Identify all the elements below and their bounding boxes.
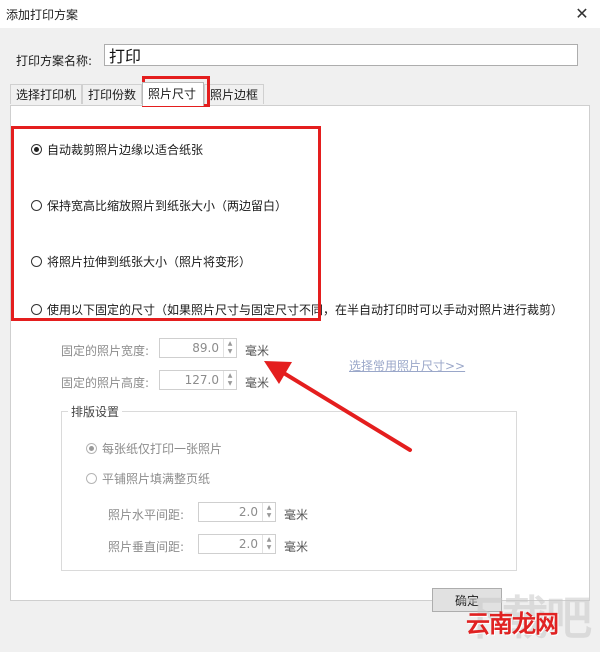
dialog-body: 打印方案名称: 选择打印机 打印份数 照片尺寸 照片边框 自动裁剪照片边缘以适合… xyxy=(0,28,600,652)
stepper-arrows-icon[interactable]: ▲ ▼ xyxy=(262,535,275,553)
radio-button[interactable] xyxy=(31,200,42,211)
tab-photo-border[interactable]: 照片边框 xyxy=(204,84,264,104)
stepper-arrows-icon[interactable]: ▲ ▼ xyxy=(223,339,236,357)
radio-one-per-page[interactable]: 每张纸仅打印一张照片 xyxy=(86,440,222,457)
tab-print-copies[interactable]: 打印份数 xyxy=(82,84,142,104)
radio-label: 自动裁剪照片边缘以适合纸张 xyxy=(47,143,204,157)
scheme-name-label: 打印方案名称: xyxy=(16,54,93,68)
radio-tile-page[interactable]: 平铺照片填满整页纸 xyxy=(86,470,210,487)
watermark-text: 云南龙网 xyxy=(466,610,559,638)
h-spacing-unit: 毫米 xyxy=(284,508,309,522)
fixed-width-label: 固定的照片宽度: xyxy=(61,344,150,358)
photo-size-panel: 自动裁剪照片边缘以适合纸张 保持宽高比缩放照片到纸张大小（两边留白） 将照片拉伸… xyxy=(10,105,590,601)
radio-button[interactable] xyxy=(86,443,97,454)
radio-fixed-size[interactable]: 使用以下固定的尺寸（如果照片尺寸与固定尺寸不同，在半自动打印时可以手动对照片进行… xyxy=(31,301,563,318)
radio-button[interactable] xyxy=(31,144,42,155)
radio-label: 平铺照片填满整页纸 xyxy=(102,472,211,486)
scheme-name-input[interactable] xyxy=(104,44,578,66)
h-spacing-label: 照片水平间距: xyxy=(108,508,185,522)
v-spacing-label: 照片垂直间距: xyxy=(108,540,185,554)
v-spacing-unit: 毫米 xyxy=(284,540,309,554)
fixed-height-value: 127.0 xyxy=(184,373,219,387)
layout-settings-group: 排版设置 每张纸仅打印一张照片 平铺照片填满整页纸 照片水平间距: 2.0 ▲ ▼… xyxy=(61,403,517,571)
radio-auto-crop[interactable]: 自动裁剪照片边缘以适合纸张 xyxy=(31,141,203,158)
fixed-width-value: 89.0 xyxy=(192,341,219,355)
h-spacing-stepper[interactable]: 2.0 ▲ ▼ xyxy=(198,502,276,522)
stepper-arrows-icon[interactable]: ▲ ▼ xyxy=(262,503,275,521)
window-title: 添加打印方案 xyxy=(6,8,79,22)
fixed-height-label: 固定的照片高度: xyxy=(61,376,150,390)
radio-label: 保持宽高比缩放照片到纸张大小（两边留白） xyxy=(47,199,288,213)
fixed-width-unit: 毫米 xyxy=(245,344,270,358)
stepper-arrows-icon[interactable]: ▲ ▼ xyxy=(223,371,236,389)
v-spacing-value: 2.0 xyxy=(238,537,258,551)
tab-strip: 选择打印机 打印份数 照片尺寸 照片边框 xyxy=(10,82,590,106)
title-bar: 添加打印方案 ✕ xyxy=(0,0,600,28)
h-spacing-value: 2.0 xyxy=(238,505,258,519)
common-sizes-link[interactable]: 选择常用照片尺寸>> xyxy=(349,357,465,374)
radio-stretch[interactable]: 将照片拉伸到纸张大小（照片将变形） xyxy=(31,253,251,270)
radio-button[interactable] xyxy=(86,473,97,484)
radio-button[interactable] xyxy=(31,304,42,315)
radio-label: 每张纸仅打印一张照片 xyxy=(102,442,223,456)
fixed-width-stepper[interactable]: 89.0 ▲ ▼ xyxy=(159,338,237,358)
layout-settings-title: 排版设置 xyxy=(68,403,123,420)
radio-keep-ratio[interactable]: 保持宽高比缩放照片到纸张大小（两边留白） xyxy=(31,197,287,214)
radio-button[interactable] xyxy=(31,256,42,267)
radio-label: 将照片拉伸到纸张大小（照片将变形） xyxy=(47,255,252,269)
fixed-height-stepper[interactable]: 127.0 ▲ ▼ xyxy=(159,370,237,390)
radio-label: 使用以下固定的尺寸（如果照片尺寸与固定尺寸不同，在半自动打印时可以手动对照片进行… xyxy=(47,303,564,317)
v-spacing-stepper[interactable]: 2.0 ▲ ▼ xyxy=(198,534,276,554)
close-icon[interactable]: ✕ xyxy=(570,2,594,24)
tab-photo-size[interactable]: 照片尺寸 xyxy=(142,82,204,106)
tab-select-printer[interactable]: 选择打印机 xyxy=(10,84,82,104)
fixed-height-unit: 毫米 xyxy=(245,376,270,390)
